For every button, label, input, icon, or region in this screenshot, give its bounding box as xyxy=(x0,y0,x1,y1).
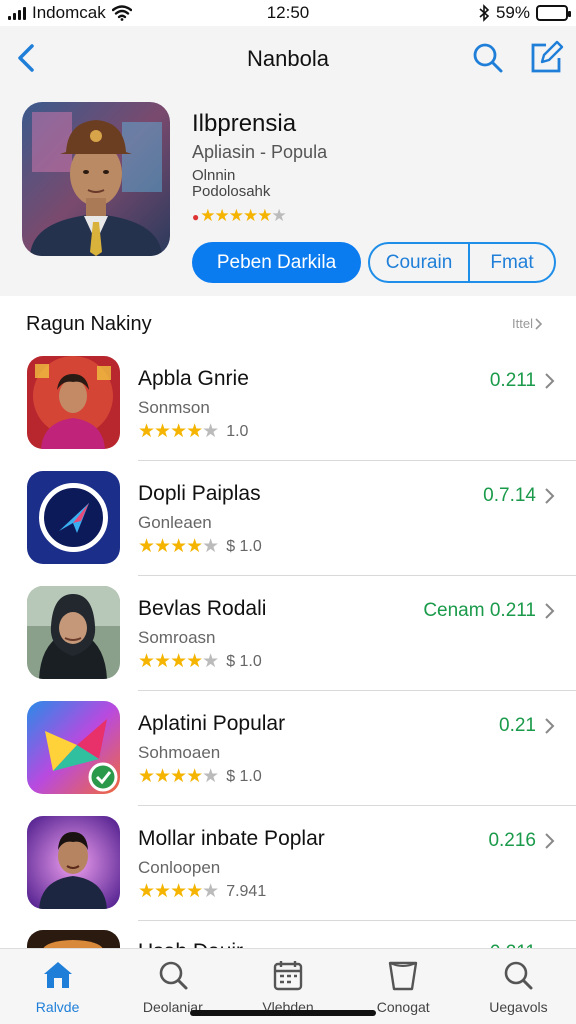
tab-label: Uegavols xyxy=(489,999,548,1015)
chevron-right-icon xyxy=(545,373,555,389)
chevron-right-icon xyxy=(545,488,555,504)
compose-icon[interactable] xyxy=(528,40,564,76)
app-subtitle: Sohmoaen xyxy=(138,743,221,762)
cup-icon xyxy=(389,961,418,991)
app-title: Apbla Gnrie xyxy=(138,367,249,390)
app-thumbnail xyxy=(27,471,120,564)
star-rating: ★★★★ xyxy=(138,651,203,672)
home-indicator[interactable] xyxy=(190,1010,376,1016)
tab-home[interactable]: Ralvde xyxy=(0,949,115,1024)
signal-icon xyxy=(8,6,26,20)
magnifier-icon xyxy=(505,961,533,990)
see-all-label: Ittel xyxy=(512,316,533,331)
list-item[interactable]: Dopli Paiplas Gonleaen ★★★★ ★ $ 1.0 0.7.1… xyxy=(0,461,576,576)
app-header-section: Nanbola Ilbprensia Apliasin - Popula Oln… xyxy=(0,26,576,296)
list-item[interactable]: Bevlas Rodali Somroasn ★★★★ ★ $ 1.0 Cenam… xyxy=(0,576,576,691)
rating-text: 7.941 xyxy=(226,882,267,900)
app-title: Bevlas Rodali xyxy=(138,597,267,620)
app-rating: ★★★★ ★ 7.941 xyxy=(138,881,267,902)
battery-percent: 59% xyxy=(495,3,530,22)
app-title: Dopli Paiplas xyxy=(138,482,261,505)
app-subtitle: Gonleaen xyxy=(138,513,212,532)
chevron-right-icon xyxy=(535,317,543,330)
app-thumbnail xyxy=(27,356,120,449)
app-subtitle: Sonmson xyxy=(138,398,210,417)
app-rating: ★★★★ ★ $ 1.0 xyxy=(138,651,262,672)
carrier-label: Indomcak xyxy=(32,3,106,22)
section-title: Ragun Nakiny xyxy=(26,313,152,335)
star-rating: ★★★★ xyxy=(138,536,203,557)
list-item[interactable]: Usah Dauir 0.211 xyxy=(0,920,576,950)
app-thumbnail xyxy=(27,586,120,679)
app-price[interactable]: 0.21 xyxy=(499,715,536,737)
featured-app-category: Apliasin - Popula xyxy=(192,142,328,162)
rating-text: $ 1.0 xyxy=(226,537,262,555)
developer-line-2: Podolosahk xyxy=(192,183,271,200)
segmented-buttons: Courain Fmat xyxy=(368,242,556,283)
courain-button[interactable]: Courain xyxy=(370,244,470,281)
list-item[interactable]: Aplatini Popular Sohmoaen ★★★★ ★ $ 1.0 0.… xyxy=(0,691,576,806)
app-price[interactable]: 0.216 xyxy=(488,830,536,852)
tab-label: Ralvde xyxy=(35,999,80,1015)
app-thumbnail xyxy=(27,701,120,794)
bluetooth-icon xyxy=(479,4,490,22)
tab-magnifier[interactable]: Uegavols xyxy=(461,949,576,1024)
app-title: Mollar inbate Poplar xyxy=(138,827,325,850)
chevron-right-icon xyxy=(545,833,555,849)
status-bar: Indomcak 12:50 59% xyxy=(0,0,576,26)
app-price[interactable]: Cenam 0.211 xyxy=(423,600,536,622)
search-icon xyxy=(159,961,188,990)
featured-app-name: Ilbprensia xyxy=(192,110,297,137)
featured-app-image[interactable] xyxy=(22,102,170,256)
app-price[interactable]: 0.7.14 xyxy=(483,485,536,507)
search-icon[interactable] xyxy=(470,40,506,76)
app-list: Apbla Gnrie Sonmson ★★★★ ★ 1.0 0.211 Dopl… xyxy=(0,346,576,921)
star-rating: ★★★★ xyxy=(138,881,203,902)
tab-label: Conogat xyxy=(376,999,430,1015)
rating-text: $ 1.0 xyxy=(226,652,262,670)
fmat-button[interactable]: Fmat xyxy=(470,244,554,281)
app-subtitle: Conloopen xyxy=(138,858,221,877)
wifi-icon xyxy=(111,5,132,21)
battery-icon xyxy=(536,5,571,21)
featured-rating-stars: ● ★★★★★★ xyxy=(192,206,287,225)
star-rating: ★★★★ xyxy=(138,421,203,442)
primary-action-button[interactable]: Peben Darkila xyxy=(192,242,361,283)
calendar-icon xyxy=(273,961,303,991)
list-item[interactable]: Mollar inbate Poplar Conloopen ★★★★ ★ 7.9… xyxy=(0,806,576,921)
featured-app-developer: Olnnin Podolosahk xyxy=(192,168,392,200)
chevron-right-icon xyxy=(545,603,555,619)
app-subtitle: Somroasn xyxy=(138,628,216,647)
star-rating: ★★★★ xyxy=(138,766,203,787)
navigation-bar: Nanbola xyxy=(0,36,576,80)
rating-text: 1.0 xyxy=(226,422,249,440)
app-rating: ★★★★ ★ $ 1.0 xyxy=(138,536,262,557)
medal-icon: ● xyxy=(192,210,199,224)
app-rating: ★★★★ ★ $ 1.0 xyxy=(138,766,262,787)
list-item[interactable]: Apbla Gnrie Sonmson ★★★★ ★ 1.0 0.211 xyxy=(0,346,576,461)
app-rating: ★★★★ ★ 1.0 xyxy=(138,421,249,442)
rating-text: $ 1.0 xyxy=(226,767,262,785)
chevron-right-icon xyxy=(545,718,555,734)
app-title: Aplatini Popular xyxy=(138,712,286,735)
home-icon xyxy=(43,962,72,988)
see-all-link[interactable]: Ittel xyxy=(512,316,543,331)
app-price[interactable]: 0.211 xyxy=(490,370,536,392)
app-thumbnail xyxy=(27,816,120,909)
developer-line-1: Olnnin xyxy=(192,167,236,184)
app-thumbnail xyxy=(27,930,120,950)
